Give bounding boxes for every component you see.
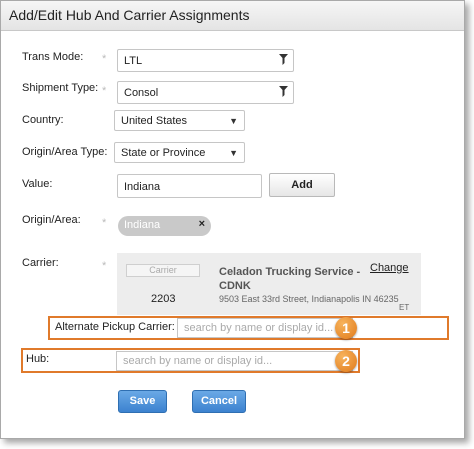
trans-mode-label: Trans Mode: [22, 51, 84, 63]
country-select[interactable]: United States ▼ [114, 110, 245, 131]
value-input-text: Indiana [124, 181, 161, 193]
carrier-logo-placeholder: Carrier [126, 264, 200, 277]
carrier-timezone: ET [399, 303, 410, 312]
hub-carrier-dialog: Add/Edit Hub And Carrier Assignments Tra… [0, 0, 465, 439]
required-star: * [102, 260, 107, 272]
carrier-label: Carrier: [22, 257, 59, 269]
dialog-title: Add/Edit Hub And Carrier Assignments [9, 7, 250, 23]
required-star: * [102, 217, 107, 229]
origin-area-tag: Indiana × [118, 216, 211, 236]
hub-label: Hub: [26, 353, 50, 365]
cancel-button[interactable]: Cancel [192, 390, 246, 413]
add-button[interactable]: Add [269, 173, 335, 197]
chevron-down-icon: ▼ [229, 148, 238, 158]
shipment-type-select[interactable]: Consol [117, 81, 294, 104]
hub-search-input[interactable]: search by name or display id... [116, 351, 353, 371]
origin-area-type-label: Origin/Area Type: [22, 146, 108, 158]
country-value: United States [121, 115, 188, 127]
chevron-down-icon: ▼ [229, 116, 238, 126]
required-star: * [102, 53, 107, 65]
trans-mode-value: LTL [124, 55, 143, 67]
filter-dropdown-icon [279, 54, 288, 65]
carrier-card: Carrier 2203 Celadon Trucking Service - … [117, 253, 421, 315]
trans-mode-select[interactable]: LTL [117, 49, 294, 72]
save-button[interactable]: Save [118, 390, 167, 413]
callout-badge-1: 1 [335, 317, 357, 339]
origin-area-tag-label: Indiana [124, 219, 161, 231]
shipment-type-label: Shipment Type: [22, 82, 99, 94]
remove-tag-icon[interactable]: × [199, 218, 205, 230]
alt-pickup-search-input[interactable]: search by name or display id... [177, 318, 353, 338]
value-label: Value: [22, 178, 53, 190]
dialog-titlebar: Add/Edit Hub And Carrier Assignments [1, 1, 464, 31]
change-carrier-link[interactable]: Change [370, 262, 409, 274]
carrier-address: 9503 East 33rd Street, Indianapolis IN 4… [219, 294, 399, 304]
origin-area-type-select[interactable]: State or Province ▼ [114, 142, 245, 163]
alt-pickup-label: Alternate Pickup Carrier: [55, 321, 175, 333]
origin-area-type-value: State or Province [121, 147, 206, 159]
value-input[interactable]: Indiana [117, 174, 262, 198]
filter-dropdown-icon [279, 86, 288, 97]
required-star: * [102, 85, 107, 97]
carrier-name: Celadon Trucking Service - CDNK [219, 266, 361, 292]
origin-area-label: Origin/Area: [22, 214, 81, 226]
country-label: Country: [22, 114, 64, 126]
carrier-number: 2203 [151, 293, 176, 305]
shipment-type-value: Consol [124, 87, 159, 99]
callout-badge-2: 2 [335, 350, 357, 372]
